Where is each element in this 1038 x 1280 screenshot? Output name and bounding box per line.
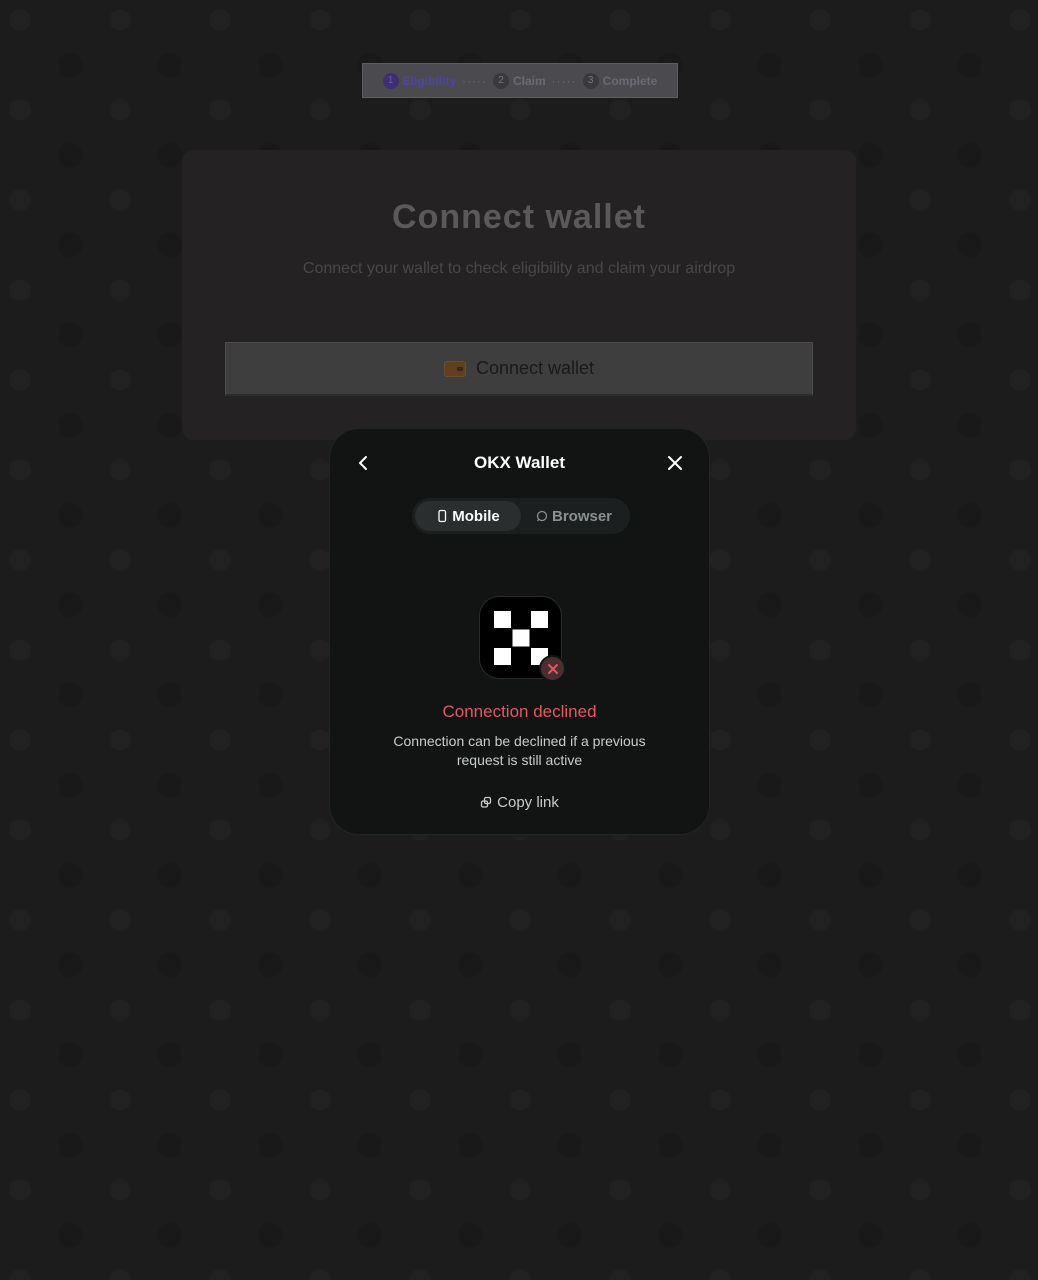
step-number: 2 — [492, 72, 509, 89]
okx-logo-icon — [494, 611, 548, 665]
page: 1 Eligibility ····· 2 Claim ····· 3 Comp… — [0, 0, 1038, 1280]
card-title: Connect wallet — [392, 198, 646, 236]
wallet-icon — [443, 360, 466, 377]
status-description: Connection can be declined if a previous… — [393, 733, 646, 768]
tab-mobile-label: Mobile — [452, 507, 500, 525]
step-separator: ····· — [551, 73, 577, 88]
tab-mobile[interactable]: Mobile — [415, 501, 521, 531]
globe-icon — [536, 510, 548, 522]
step-separator: ····· — [462, 73, 487, 88]
step-number: 3 — [582, 72, 599, 89]
close-button[interactable] — [665, 451, 685, 475]
step-number: 1 — [382, 72, 399, 89]
copy-link-button[interactable]: Copy link — [330, 794, 709, 811]
error-badge — [539, 655, 566, 682]
card-subtitle: Connect your wallet to check eligibility… — [302, 260, 736, 277]
modal-header: OKX Wallet — [330, 451, 709, 475]
modal-title: OKX Wallet — [474, 453, 565, 472]
copy-link-label: Copy link — [497, 794, 559, 811]
connect-wallet-button-label: Connect wallet — [475, 358, 595, 378]
connection-mode-tabs: Mobile Browser — [412, 498, 630, 534]
okx-wallet-modal: OKX Wallet Mobile Browser Connection dec… — [329, 428, 710, 835]
error-x-icon — [547, 663, 558, 674]
status-title: Connection declined — [442, 702, 597, 721]
step-claim: 2 Claim — [492, 72, 546, 89]
connect-wallet-card: Connect wallet Connect your wallet to ch… — [182, 150, 856, 440]
link-icon — [480, 796, 492, 808]
step-label: Claim — [512, 73, 546, 88]
step-complete: 3 Complete — [582, 72, 658, 89]
tab-browser[interactable]: Browser — [521, 501, 627, 531]
close-icon — [668, 456, 682, 470]
step-eligibility: 1 Eligibility — [382, 72, 456, 89]
step-label: Eligibility — [402, 73, 456, 88]
step-label: Complete — [602, 73, 658, 88]
phone-icon — [438, 509, 447, 523]
connect-wallet-button[interactable]: Connect wallet — [225, 342, 813, 396]
progress-stepper: 1 Eligibility ····· 2 Claim ····· 3 Comp… — [362, 63, 678, 98]
tab-browser-label: Browser — [551, 507, 613, 525]
